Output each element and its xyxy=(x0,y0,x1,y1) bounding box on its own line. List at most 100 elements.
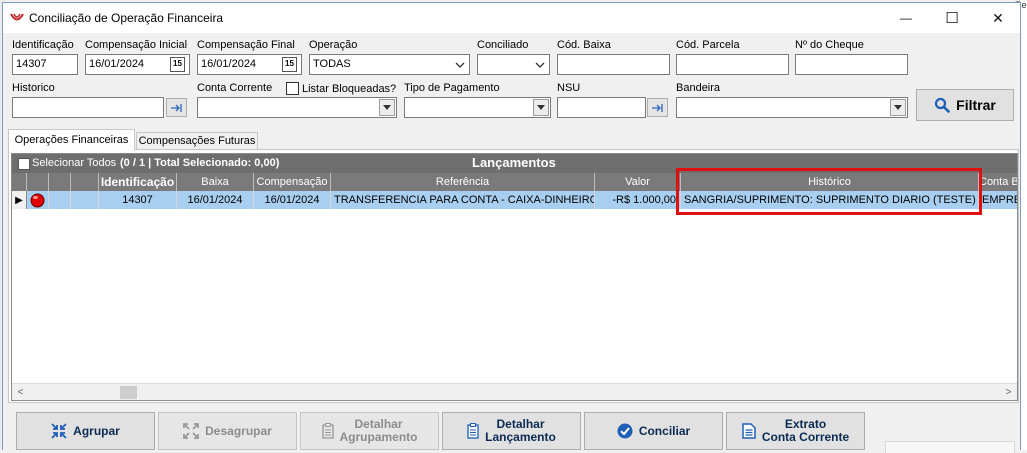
check-circle-icon xyxy=(617,423,633,439)
window-title: Conciliação de Operação Financeira xyxy=(29,11,224,25)
document-icon xyxy=(742,423,756,439)
filter-button-label: Filtrar xyxy=(956,97,996,113)
header-valor[interactable]: Valor xyxy=(595,173,681,191)
calendar-icon[interactable]: 15 xyxy=(170,57,185,72)
conciliado-label: Conciliado xyxy=(477,39,529,51)
extrato-text: Extrato Conta Corrente xyxy=(762,418,849,444)
detalhar-agrupamento-text: Detalhar Agrupamento xyxy=(340,418,418,444)
row-blank-1 xyxy=(49,191,71,209)
close-icon: ✕ xyxy=(992,9,1004,26)
cell-compensacao: 16/01/2024 xyxy=(254,191,331,209)
chevron-down-icon[interactable] xyxy=(533,99,549,116)
header-indicator xyxy=(12,173,27,191)
bandeira-select[interactable] xyxy=(676,97,908,118)
chevron-down-icon[interactable] xyxy=(532,56,548,73)
agrupar-button[interactable]: Agrupar xyxy=(16,412,155,450)
detalhar-lancamento-button[interactable]: Detalhar Lançamento xyxy=(442,412,581,450)
cod-baixa-label: Cód. Baixa xyxy=(557,39,611,51)
tab-label: Operações Financeiras xyxy=(14,134,129,146)
group-icon xyxy=(51,423,67,439)
selection-count: (0 / 1 | Total Selecionado: 0,00) xyxy=(120,157,280,169)
nsu-input[interactable] xyxy=(557,97,646,118)
cell-conta-bancaria: EMPRE xyxy=(982,194,1018,206)
tab-label: Compensações Futuras xyxy=(138,135,256,147)
compensacao-final-value: 16/01/2024 xyxy=(201,58,257,70)
maximize-button[interactable]: ☐ xyxy=(929,3,975,33)
detalhar-lancamento-text: Detalhar Lançamento xyxy=(485,418,556,444)
scroll-right-icon[interactable]: > xyxy=(1000,384,1017,400)
scroll-left-icon[interactable]: < xyxy=(12,384,29,400)
scrollbar-thumb[interactable] xyxy=(120,386,137,399)
historico-label: Historico xyxy=(12,82,55,94)
cell-referencia: TRANSFERENCIA PARA CONTA - CAIXA-DINHEIR… xyxy=(331,191,595,209)
conta-corrente-select[interactable] xyxy=(197,97,397,118)
cod-parcela-input[interactable] xyxy=(676,54,789,75)
status-panel xyxy=(885,441,1015,453)
operacao-label: Operação xyxy=(309,39,358,51)
tipo-pagamento-label: Tipo de Pagamento xyxy=(404,82,500,94)
row-blank-2 xyxy=(71,191,99,209)
cod-baixa-input[interactable] xyxy=(557,54,670,75)
highlight-box xyxy=(676,168,982,215)
compensacao-inicial-value: 16/01/2024 xyxy=(89,58,145,70)
chevron-down-icon[interactable] xyxy=(452,56,468,73)
cell-valor: -R$ 1.000,00 xyxy=(595,191,681,209)
tab-operacoes-financeiras[interactable]: Operações Financeiras xyxy=(8,129,135,150)
conciliar-label: Conciliar xyxy=(638,423,691,438)
calendar-icon[interactable]: 15 xyxy=(282,57,297,72)
app-logo-icon xyxy=(10,13,24,21)
header-baixa[interactable]: Baixa xyxy=(177,173,254,191)
filter-button[interactable]: Filtrar xyxy=(916,89,1014,121)
detalhar-agrupamento-line2: Agrupamento xyxy=(339,430,418,444)
header-compensacao[interactable]: Compensação xyxy=(254,173,331,191)
lookup-button[interactable] xyxy=(647,98,668,117)
cell-baixa: 16/01/2024 xyxy=(177,191,254,209)
desagrupar-button[interactable]: Desagrupar xyxy=(158,412,297,450)
operacao-select[interactable]: TODAS xyxy=(309,54,470,75)
agrupar-label: Agrupar xyxy=(73,423,120,438)
header-identificacao[interactable]: Identificação xyxy=(99,173,177,191)
nsu-label: NSU xyxy=(557,82,581,94)
arrow-right-bar-icon xyxy=(651,103,663,112)
cell-identificacao: 14307 xyxy=(99,191,177,209)
status-red-icon xyxy=(30,193,45,207)
desagrupar-label: Desagrupar xyxy=(205,423,272,438)
header-blank-1 xyxy=(49,173,71,191)
identificacao-input[interactable]: 14307 xyxy=(12,54,78,75)
minimize-button[interactable]: — xyxy=(883,3,929,33)
row-status xyxy=(27,191,49,209)
cod-parcela-label: Cód. Parcela xyxy=(676,39,740,51)
header-referencia[interactable]: Referência xyxy=(331,173,595,191)
header-blank-2 xyxy=(71,173,99,191)
maximize-icon: ☐ xyxy=(945,10,959,27)
search-icon xyxy=(935,97,950,113)
listar-bloqueadas-label: Listar Bloqueadas? xyxy=(302,83,397,95)
ungroup-icon xyxy=(183,423,200,439)
chevron-down-icon[interactable] xyxy=(890,99,906,116)
conciliar-button[interactable]: Conciliar xyxy=(584,412,723,450)
conciliacao-window: Conciliação de Operação Financeira — ☐ ✕… xyxy=(2,2,1021,453)
identificacao-label: Identificação xyxy=(12,39,74,51)
extrato-line2: Conta Corrente xyxy=(761,430,850,444)
select-all-checkbox[interactable] xyxy=(18,158,30,170)
lookup-button[interactable] xyxy=(166,98,187,117)
header-conta-bancaria[interactable]: Conta Banc xyxy=(979,173,1017,191)
chevron-down-icon[interactable] xyxy=(379,99,395,116)
grid-caption: Lançamentos xyxy=(472,155,556,170)
tipo-pagamento-select[interactable] xyxy=(404,97,551,118)
tab-compensacoes-futuras[interactable]: Compensações Futuras xyxy=(136,132,258,150)
select-all-label: Selecionar Todos xyxy=(32,157,117,169)
historico-input[interactable] xyxy=(12,97,164,118)
extrato-button[interactable]: Extrato Conta Corrente xyxy=(726,412,865,450)
bandeira-label: Bandeira xyxy=(676,82,721,94)
operacao-value: TODAS xyxy=(313,58,351,70)
minimize-icon: — xyxy=(900,11,912,25)
detalhar-agrupamento-button[interactable]: Detalhar Agrupamento xyxy=(300,412,439,450)
conta-corrente-label: Conta Corrente xyxy=(197,82,273,94)
clipboard-icon xyxy=(467,423,479,439)
close-button[interactable]: ✕ xyxy=(975,3,1021,33)
num-cheque-input[interactable] xyxy=(795,54,908,75)
horizontal-scrollbar[interactable]: < > xyxy=(12,383,1017,400)
header-status xyxy=(27,173,49,191)
listar-bloqueadas-checkbox[interactable] xyxy=(286,82,299,95)
